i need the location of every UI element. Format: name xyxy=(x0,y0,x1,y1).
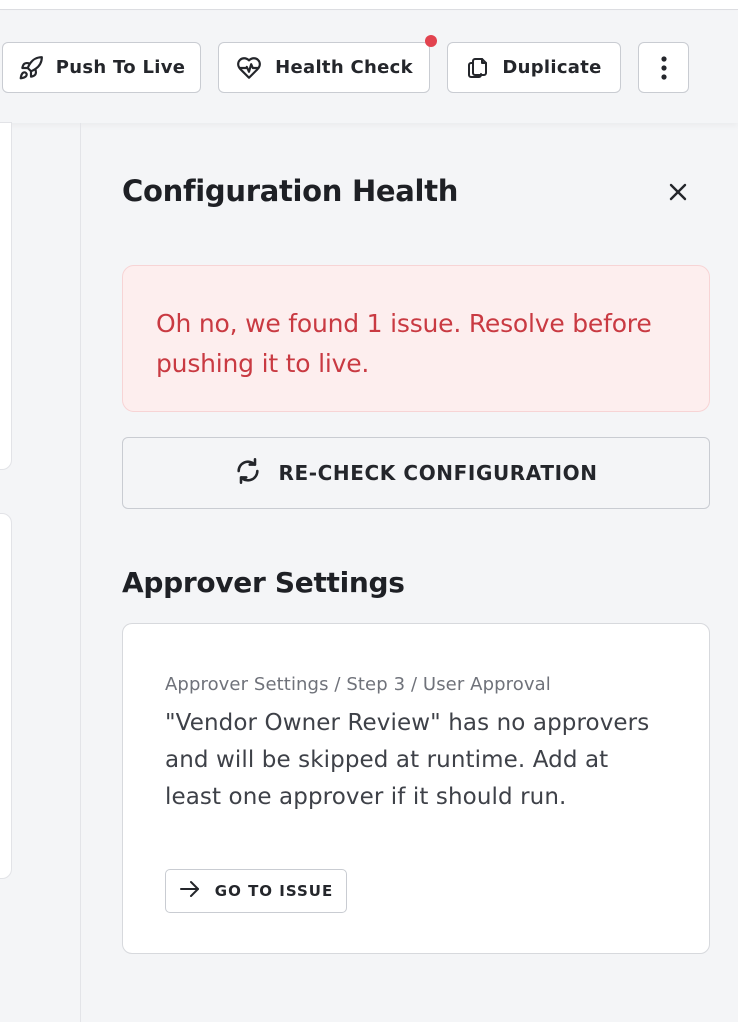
more-vertical-icon xyxy=(660,55,668,81)
issue-description: "Vendor Owner Review" has no approvers a… xyxy=(165,710,650,810)
alert-message: Oh no, we found 1 issue. Resolve before … xyxy=(156,309,652,378)
panel-title: Configuration Health xyxy=(122,174,459,208)
go-to-issue-button[interactable]: GO TO ISSUE xyxy=(165,869,347,913)
panel-divider xyxy=(80,123,81,1022)
issue-card: Approver Settings / Step 3 / User Approv… xyxy=(122,623,710,954)
recheck-configuration-button[interactable]: RE-CHECK CONFIGURATION xyxy=(122,437,710,509)
go-to-issue-label: GO TO ISSUE xyxy=(214,882,334,900)
push-to-live-label: Push To Live xyxy=(55,57,186,78)
push-to-live-button[interactable]: Push To Live xyxy=(2,42,201,93)
health-check-label: Health Check xyxy=(275,57,413,78)
app-root: Push To Live Health Check Duplicate Conf… xyxy=(0,0,738,1022)
recheck-label: RE-CHECK CONFIGURATION xyxy=(278,461,598,485)
background-card xyxy=(0,122,12,470)
section-title: Approver Settings xyxy=(122,566,405,599)
refresh-icon xyxy=(234,457,262,490)
notification-dot xyxy=(425,35,437,47)
toolbar: Push To Live Health Check Duplicate xyxy=(0,11,738,123)
arrow-right-icon xyxy=(179,880,201,902)
heart-pulse-icon xyxy=(235,55,263,81)
close-button[interactable] xyxy=(664,180,692,208)
background-card xyxy=(0,513,12,879)
duplicate-button[interactable]: Duplicate xyxy=(447,42,621,93)
more-options-button[interactable] xyxy=(638,42,689,93)
top-strip xyxy=(0,0,738,10)
close-icon xyxy=(669,183,687,205)
rocket-icon xyxy=(18,55,44,81)
copy-icon xyxy=(466,55,490,81)
issue-alert: Oh no, we found 1 issue. Resolve before … xyxy=(122,265,710,412)
duplicate-label: Duplicate xyxy=(502,57,602,78)
health-check-button[interactable]: Health Check xyxy=(218,42,430,93)
issue-breadcrumb: Approver Settings / Step 3 / User Approv… xyxy=(165,674,551,695)
